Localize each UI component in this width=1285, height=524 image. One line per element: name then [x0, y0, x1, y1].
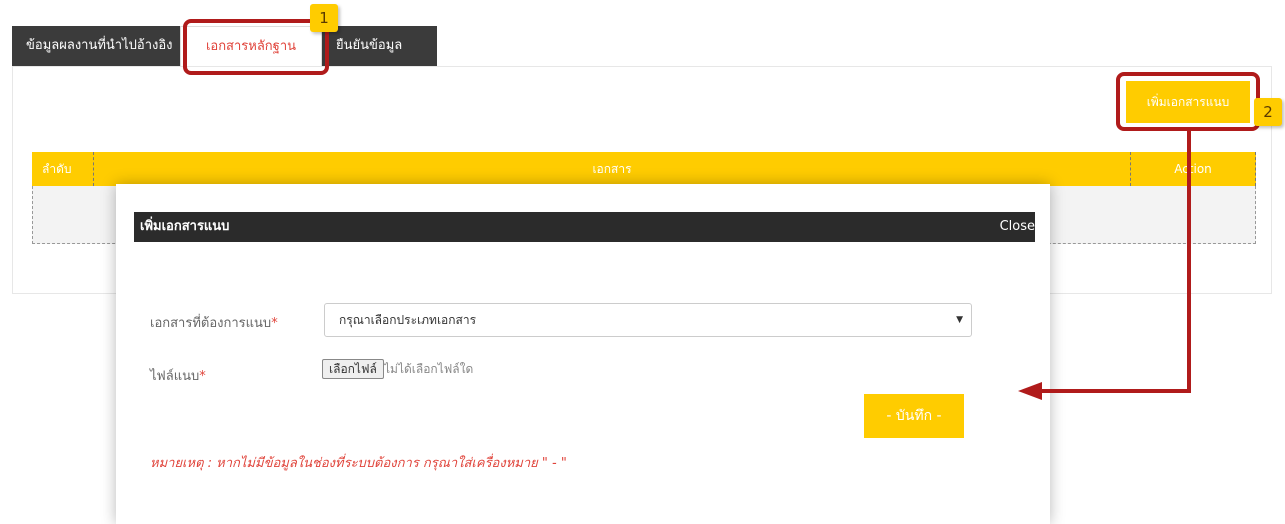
file-attachment-label: ไฟล์แนบ* — [150, 365, 206, 386]
chevron-down-icon: ▼ — [956, 315, 963, 325]
file-attachment-label-text: ไฟล์แนบ — [150, 369, 200, 384]
save-button[interactable]: - บันทึก - — [864, 394, 964, 438]
document-type-select[interactable]: กรุณาเลือกประเภทเอกสาร ▼ — [324, 303, 972, 337]
required-mark: * — [199, 369, 206, 384]
document-type-select-value: กรุณาเลือกประเภทเอกสาร — [339, 313, 477, 327]
required-mark: * — [271, 316, 278, 331]
tab-reference-works[interactable]: ข้อมูลผลงานที่นำไปอ้างอิง — [12, 26, 180, 66]
column-header-order: ลำดับ — [42, 162, 72, 176]
annotation-highlight-tab — [183, 19, 329, 75]
annotation-number-1: 1 — [310, 4, 338, 32]
file-status-text: ไม่ได้เลือกไฟล์ใด — [384, 362, 474, 376]
annotation-highlight-add-button — [1116, 72, 1260, 131]
column-header-action: Action — [1130, 152, 1256, 186]
document-type-label: เอกสารที่ต้องการแนบ* — [150, 312, 278, 333]
document-type-label-text: เอกสารที่ต้องการแนบ — [150, 316, 272, 331]
annotation-number-2: 2 — [1254, 98, 1282, 126]
cropped-top-text — [0, 0, 1000, 8]
add-attachment-modal: เพิ่มเอกสารแนบ Close เอกสารที่ต้องการแนบ… — [116, 184, 1050, 524]
table-header: ลำดับ เอกสาร Action — [32, 152, 1256, 186]
close-button[interactable]: Close — [1000, 212, 1035, 242]
column-header-document: เอกสาร — [93, 152, 1130, 186]
tab-confirm-data[interactable]: ยืนยันข้อมูล — [322, 26, 437, 66]
modal-header: เพิ่มเอกสารแนบ Close — [134, 212, 1035, 242]
note-text: หมายเหตุ : หากไม่มีข้อมูลในช่องที่ระบบต้… — [150, 456, 567, 471]
choose-file-button[interactable]: เลือกไฟล์ — [322, 359, 384, 379]
modal-title: เพิ่มเอกสารแนบ — [140, 219, 230, 234]
